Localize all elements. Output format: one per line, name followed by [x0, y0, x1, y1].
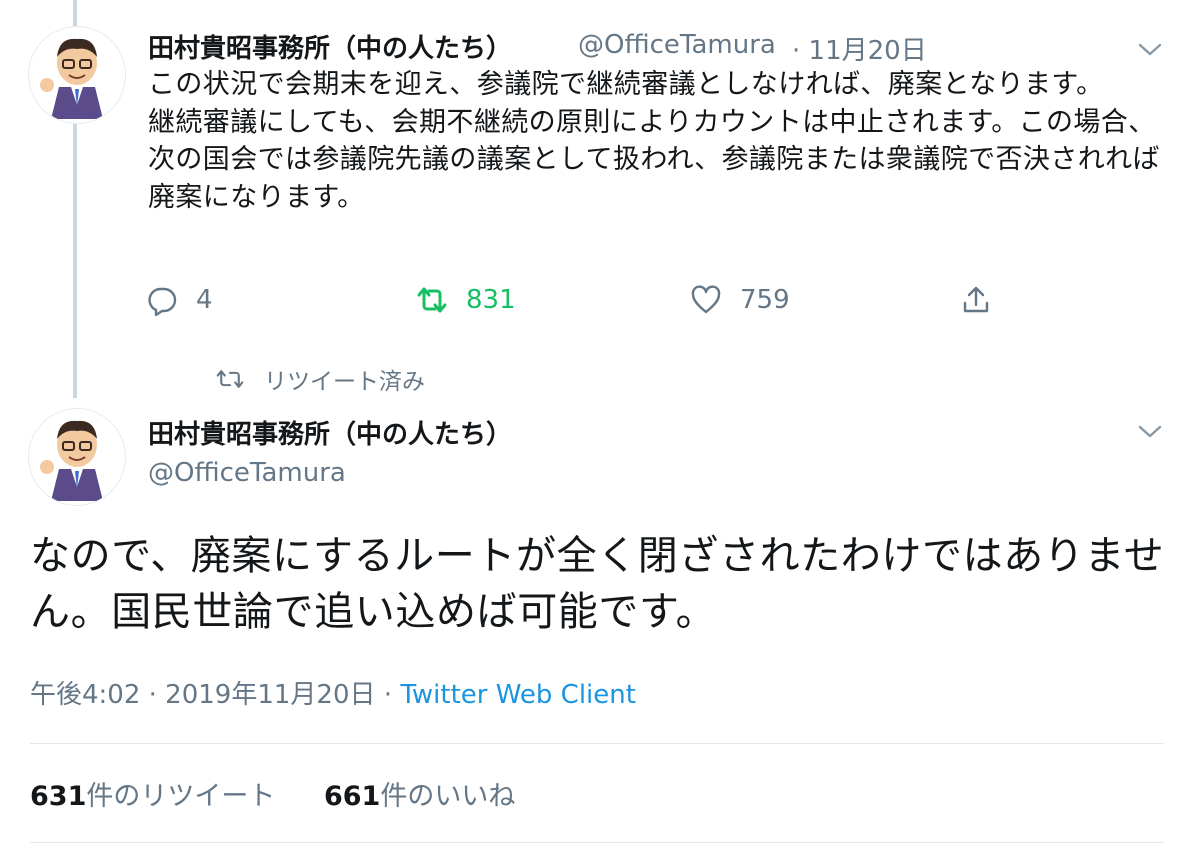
- tweet-paragraph: 継続審議にしても、会期不継続の原則によりカウントは中止されます。この場合、次の国…: [148, 106, 1160, 213]
- retweeted-label: リツイート済み: [264, 369, 425, 395]
- divider: [30, 842, 1164, 843]
- author-name[interactable]: 田村貴昭事務所（中の人たち）: [148, 28, 512, 65]
- retweet-button[interactable]: 831: [416, 280, 516, 320]
- retweet-count: 831: [466, 285, 516, 315]
- likes-number: 661: [323, 781, 381, 812]
- like-count: 759: [740, 285, 790, 315]
- reply-icon: [148, 287, 177, 316]
- divider: [30, 743, 1164, 744]
- avatar[interactable]: [28, 26, 126, 124]
- retweet-icon: [417, 287, 447, 313]
- author-handle[interactable]: @OfficeTamura: [578, 30, 776, 60]
- retweeted-notice: リツイート済み: [216, 362, 425, 396]
- share-icon: [963, 286, 989, 313]
- like-icon: [691, 285, 721, 314]
- chevron-down-icon[interactable]: [1136, 40, 1164, 60]
- avatar[interactable]: [28, 408, 126, 506]
- retweets-label: 件のリツイート: [86, 781, 276, 812]
- reply-count: 4: [196, 285, 213, 315]
- retweets-stat[interactable]: 631件のリツイート: [30, 774, 275, 813]
- likes-label: 件のいいね: [380, 781, 516, 812]
- like-button[interactable]: 759: [690, 280, 790, 320]
- tweet-client-link[interactable]: Twitter Web Client: [400, 680, 636, 710]
- tweet-stats: 631件のリツイート 661件のいいね: [30, 774, 555, 813]
- retweets-number: 631: [30, 781, 87, 812]
- reply-button[interactable]: 4: [146, 280, 213, 320]
- avatar-illustration: [29, 409, 125, 505]
- likes-stat[interactable]: 661件のいいね: [324, 774, 515, 813]
- tweet-metadata: 午後4:02 · 2019年11月20日 · Twitter Web Clien…: [30, 674, 636, 711]
- tweet-date[interactable]: · 11月20日: [792, 30, 927, 67]
- tweet-text: この状況で会期末を迎え、参議院で継続審議としなければ、廃案となります。 継続審議…: [148, 66, 1168, 216]
- share-button[interactable]: [960, 280, 1010, 320]
- author-handle[interactable]: @OfficeTamura: [148, 458, 346, 488]
- author-name[interactable]: 田村貴昭事務所（中の人たち）: [148, 414, 512, 451]
- tweet-timestamp[interactable]: 午後4:02 · 2019年11月20日 ·: [30, 680, 400, 710]
- tweet-paragraph: この状況で会期末を迎え、参議院で継続審議としなければ、廃案となります。: [148, 69, 1104, 100]
- chevron-down-icon[interactable]: [1136, 422, 1164, 442]
- retweet-icon: [216, 370, 244, 388]
- tweet-text: なので、廃案にするルートが全く閉ざされたわけではありません。国民世論で追い込めば…: [30, 533, 1165, 635]
- avatar-illustration: [29, 27, 125, 123]
- thread-line: [73, 122, 77, 398]
